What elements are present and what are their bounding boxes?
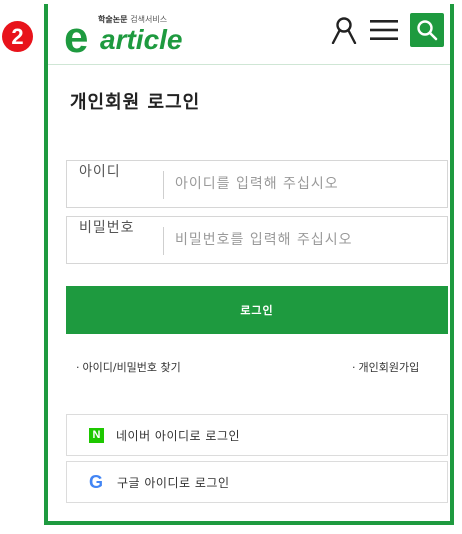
- user-button[interactable]: [328, 14, 360, 46]
- signup-link[interactable]: · 개인회원가입: [352, 359, 419, 375]
- find-account-link[interactable]: · 아이디/비밀번호 찾기: [76, 359, 181, 375]
- naver-icon: N: [89, 427, 104, 443]
- app-header: 학술논문 검색서비스 e article: [48, 4, 450, 65]
- id-label: 아이디: [79, 164, 121, 180]
- google-login-label: 구글 아이디로 로그인: [117, 475, 230, 490]
- password-label: 비밀번호: [79, 220, 135, 236]
- search-button[interactable]: [410, 13, 444, 47]
- id-field-divider: [163, 171, 164, 199]
- step-number-badge: 2: [2, 21, 33, 52]
- password-field-divider: [163, 227, 164, 255]
- search-icon: [417, 20, 438, 41]
- signup-bullet: ·: [352, 361, 356, 374]
- login-button[interactable]: 로그인: [66, 286, 448, 334]
- logo-e-mark: e: [64, 13, 89, 62]
- menu-button[interactable]: [368, 14, 400, 46]
- mobile-frame: 학술논문 검색서비스 e article 개인회원 로그인 아이디 아이디를 입…: [44, 4, 454, 525]
- signup-label: 개인회원가입: [358, 361, 420, 374]
- earticle-logo[interactable]: 학술논문 검색서비스 e article: [64, 13, 244, 62]
- google-login-button[interactable]: G 구글 아이디로 로그인: [66, 461, 448, 503]
- google-icon: G: [88, 471, 103, 492]
- id-field[interactable]: 아이디: [66, 160, 448, 208]
- find-account-bullet: ·: [76, 361, 80, 374]
- logo-wordmark: article: [100, 24, 183, 55]
- naver-login-button[interactable]: N 네이버 아이디로 로그인: [66, 414, 448, 456]
- user-icon: [331, 17, 357, 44]
- naver-login-label: 네이버 아이디로 로그인: [116, 428, 241, 443]
- id-input[interactable]: [175, 161, 440, 207]
- password-input[interactable]: [175, 217, 440, 263]
- menu-icon: [370, 20, 398, 40]
- find-account-label: 아이디/비밀번호 찾기: [82, 361, 181, 374]
- page-title: 개인회원 로그인: [70, 92, 201, 113]
- password-field[interactable]: 비밀번호: [66, 216, 448, 264]
- logo-tagline-light: 검색서비스: [130, 15, 168, 24]
